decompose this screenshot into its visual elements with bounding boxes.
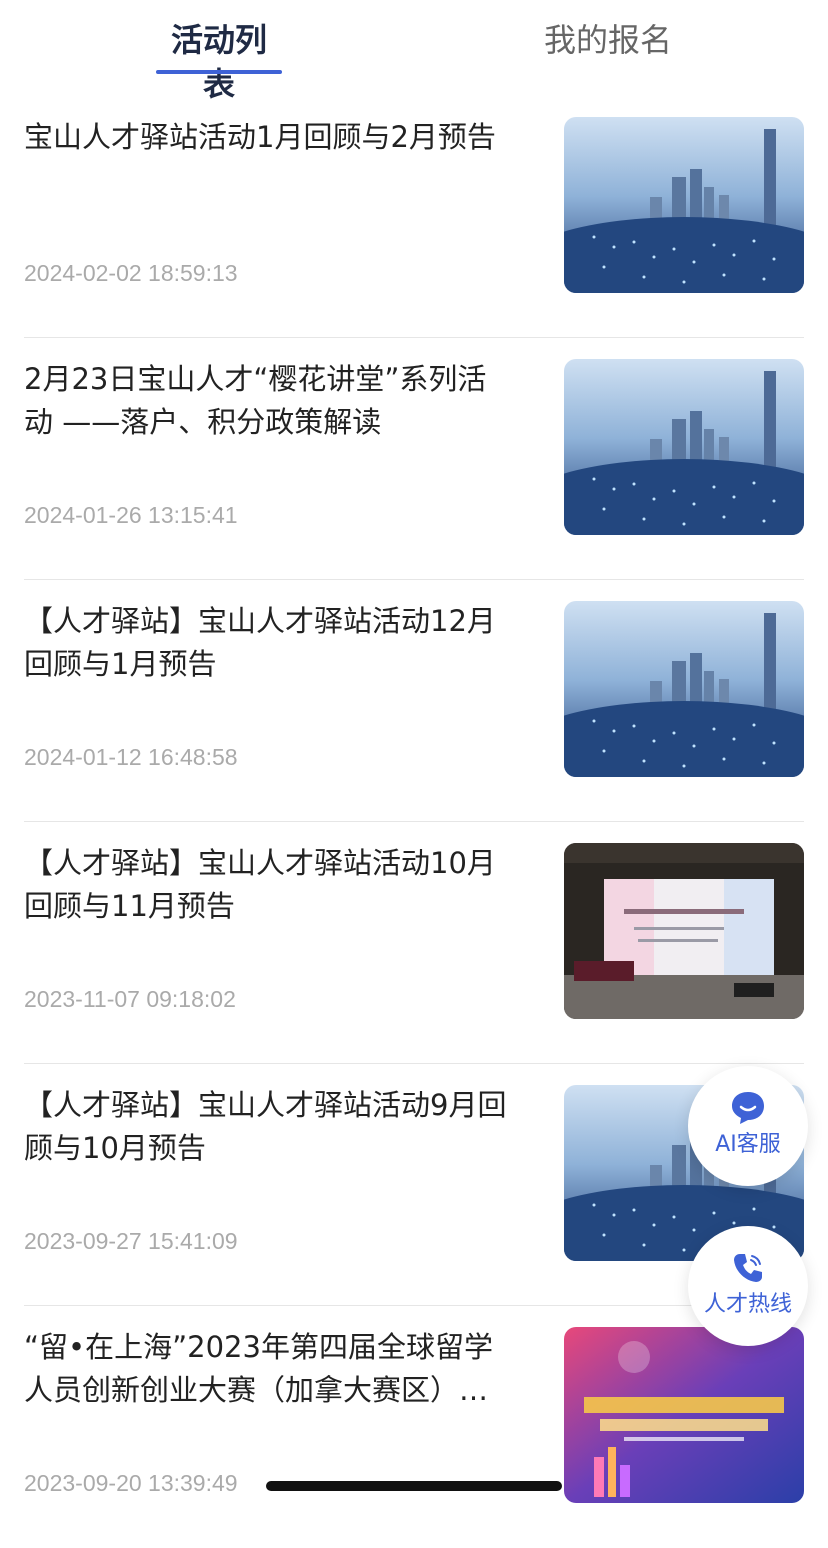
item-title: 【人才驿站】宝山人才驿站活动9月回顾与10月预告 bbox=[24, 1088, 507, 1165]
city-skyline-image bbox=[564, 601, 804, 777]
competition-poster bbox=[564, 1327, 804, 1503]
city-skyline-thumbnail bbox=[564, 117, 804, 293]
competition-poster-thumbnail bbox=[564, 1327, 804, 1503]
item-date: 2024-01-26 13:15:41 bbox=[24, 502, 238, 528]
home-indicator[interactable] bbox=[266, 1481, 562, 1491]
event-hall-photo bbox=[564, 843, 804, 1019]
item-date: 2023-09-27 15:41:09 bbox=[24, 1228, 238, 1254]
chat-bubble-icon bbox=[732, 1092, 764, 1124]
list-item[interactable]: “留•在上海”2023年第四届全球留学人员创新创业大赛（加拿大赛区）新闻发布会 … bbox=[24, 1306, 804, 1548]
list-item[interactable]: 【人才驿站】宝山人才驿站活动12月回顾与1月预告 2024-01-12 16:4… bbox=[24, 580, 804, 822]
list-item[interactable]: 2月23日宝山人才“樱花讲堂”系列活动 ——落户、积分政策解读 2024-01-… bbox=[24, 338, 804, 580]
item-title: 【人才驿站】宝山人才驿站活动10月回顾与11月预告 bbox=[24, 846, 496, 923]
item-title: 【人才驿站】宝山人才驿站活动12月回顾与1月预告 bbox=[24, 604, 496, 681]
item-date: 2023-11-07 09:18:02 bbox=[24, 986, 236, 1012]
item-title: 宝山人才驿站活动1月回顾与2月预告 bbox=[24, 120, 496, 154]
city-skyline-image bbox=[564, 359, 804, 535]
active-tab-indicator bbox=[156, 70, 282, 74]
talent-hotline-button[interactable]: 人才热线 bbox=[688, 1226, 808, 1346]
tab-bar: 活动列表 我的报名 bbox=[0, 0, 828, 103]
city-skyline-image bbox=[564, 117, 804, 293]
ai-service-button[interactable]: AI客服 bbox=[688, 1066, 808, 1186]
tab-activity-list[interactable]: 活动列表 bbox=[156, 18, 282, 106]
list-item[interactable]: 宝山人才驿站活动1月回顾与2月预告 2024-02-02 18:59:13 bbox=[24, 96, 804, 338]
talent-hotline-label: 人才热线 bbox=[703, 1292, 792, 1317]
item-date: 2023-09-20 13:39:49 bbox=[24, 1470, 238, 1496]
item-title: 2月23日宝山人才“樱花讲堂”系列活动 ——落户、积分政策解读 bbox=[24, 362, 487, 439]
phone-icon bbox=[734, 1254, 762, 1282]
item-date: 2024-01-12 16:48:58 bbox=[24, 744, 238, 770]
item-title: “留•在上海”2023年第四届全球留学人员创新创业大赛（加拿大赛区）新闻发布会 bbox=[24, 1330, 493, 1407]
item-date: 2024-02-02 18:59:13 bbox=[24, 260, 238, 286]
city-skyline-thumbnail bbox=[564, 601, 804, 777]
event-hall-thumbnail bbox=[564, 843, 804, 1019]
list-item[interactable]: 【人才驿站】宝山人才驿站活动10月回顾与11月预告 2023-11-07 09:… bbox=[24, 822, 804, 1064]
city-skyline-thumbnail bbox=[564, 359, 804, 535]
ai-service-label: AI客服 bbox=[715, 1132, 781, 1157]
list-item[interactable]: 【人才驿站】宝山人才驿站活动9月回顾与10月预告 2023-09-27 15:4… bbox=[24, 1064, 804, 1306]
tab-my-registration[interactable]: 我的报名 bbox=[544, 18, 672, 62]
